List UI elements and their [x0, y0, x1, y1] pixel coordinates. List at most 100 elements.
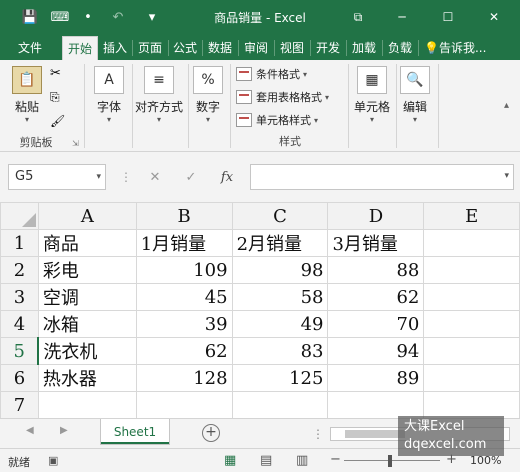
- ribbon-display-options-icon[interactable]: ⧉: [338, 0, 378, 34]
- paste-button[interactable]: 📋 粘贴 ▾: [10, 66, 44, 124]
- cell[interactable]: 45: [135, 283, 233, 311]
- page-layout-view-icon[interactable]: ▤: [260, 453, 272, 468]
- restore-icon[interactable]: ☐: [428, 0, 468, 34]
- conditional-format-button[interactable]: 条件格式 ▾: [236, 64, 307, 84]
- cell[interactable]: 58: [231, 283, 329, 311]
- tab-view[interactable]: 视图: [276, 36, 308, 60]
- cells-button[interactable]: ▦ 单元格 ▾: [352, 66, 392, 124]
- tab-data[interactable]: 数据: [204, 36, 236, 60]
- cell[interactable]: 彩电: [37, 256, 137, 284]
- column-header-d[interactable]: D: [327, 202, 425, 230]
- cell[interactable]: 1月销量: [135, 229, 233, 257]
- tab-review[interactable]: 审阅: [240, 36, 272, 60]
- cell[interactable]: [327, 391, 425, 418]
- customize-quick-access-icon[interactable]: ▾: [140, 0, 164, 34]
- cell[interactable]: [231, 391, 329, 418]
- cell[interactable]: 冰箱: [37, 310, 137, 338]
- touch-mode-icon[interactable]: ⌨: [48, 0, 72, 34]
- font-button[interactable]: A 字体 ▾: [92, 66, 126, 124]
- cell[interactable]: [37, 391, 137, 418]
- row-header[interactable]: 7: [0, 391, 39, 418]
- alignment-button[interactable]: ≡ 对齐方式 ▾: [134, 66, 184, 124]
- cell[interactable]: [423, 283, 520, 311]
- cell-styles-button[interactable]: 单元格样式 ▾: [236, 110, 318, 130]
- tab-formulas[interactable]: 公式: [170, 36, 200, 60]
- column-header-b[interactable]: B: [135, 202, 233, 230]
- undo-icon[interactable]: ↶: [106, 0, 130, 34]
- page-break-view-icon[interactable]: ▥: [296, 453, 308, 468]
- cell[interactable]: 热水器: [37, 364, 137, 392]
- cell[interactable]: 98: [231, 256, 329, 284]
- prev-sheet-icon[interactable]: ◀: [26, 425, 34, 436]
- cell[interactable]: 洗衣机: [37, 337, 137, 365]
- column-header-a[interactable]: A: [37, 202, 137, 230]
- row-header[interactable]: 3: [0, 283, 39, 311]
- copy-icon[interactable]: ⎘: [50, 90, 60, 105]
- tab-addins[interactable]: 加载: [348, 36, 380, 60]
- cell[interactable]: 70: [327, 310, 425, 338]
- sheet-tab-sheet1[interactable]: Sheet1: [100, 419, 170, 445]
- cell[interactable]: 94: [327, 337, 425, 365]
- cell[interactable]: [423, 310, 520, 338]
- tab-insert[interactable]: 插入: [100, 36, 130, 60]
- cell[interactable]: [423, 229, 520, 257]
- macro-record-icon[interactable]: ▣: [48, 454, 58, 467]
- cell[interactable]: [135, 391, 233, 418]
- number-button[interactable]: % 数字 ▾: [192, 66, 224, 124]
- cell[interactable]: 62: [327, 283, 425, 311]
- zoom-slider-thumb[interactable]: [388, 455, 392, 467]
- add-sheet-icon[interactable]: +: [202, 424, 220, 442]
- cell[interactable]: 128: [135, 364, 233, 392]
- save-icon[interactable]: 💾: [18, 0, 42, 34]
- column-header-c[interactable]: C: [231, 202, 329, 230]
- column-header-e[interactable]: E: [423, 202, 520, 230]
- select-all-corner[interactable]: [0, 202, 39, 230]
- name-box-dropdown-icon[interactable]: ▾: [96, 165, 101, 189]
- row-header[interactable]: 2: [0, 256, 39, 284]
- minimize-icon[interactable]: ─: [382, 0, 422, 34]
- next-sheet-icon[interactable]: ▶: [60, 425, 68, 436]
- row-header-selected[interactable]: 5: [0, 337, 40, 365]
- cell[interactable]: [423, 337, 520, 365]
- cell[interactable]: [423, 391, 520, 418]
- collapse-ribbon-icon[interactable]: ▴: [504, 100, 509, 111]
- formula-input[interactable]: ▾: [250, 164, 514, 190]
- tab-tell-me[interactable]: 💡告诉我...: [424, 36, 494, 60]
- tab-load[interactable]: 负载: [384, 36, 416, 60]
- row-header[interactable]: 6: [0, 364, 39, 392]
- cell[interactable]: 109: [135, 256, 233, 284]
- cell[interactable]: 83: [231, 337, 329, 365]
- worksheet-grid[interactable]: A B C D E 1 商品 1月销量 2月销量 3月销量 2 彩电 109 9…: [0, 202, 520, 418]
- name-box[interactable]: G5 ▾: [8, 164, 106, 190]
- cell[interactable]: 88: [327, 256, 425, 284]
- cell[interactable]: 125: [231, 364, 329, 392]
- editing-button[interactable]: 🔍 编辑 ▾: [398, 66, 432, 124]
- expand-formula-bar-icon[interactable]: ▾: [504, 171, 509, 181]
- cell[interactable]: 62: [135, 337, 233, 365]
- row-header[interactable]: 4: [0, 310, 39, 338]
- cell[interactable]: 空调: [37, 283, 137, 311]
- cancel-icon[interactable]: ✕: [142, 164, 168, 190]
- cell[interactable]: 39: [135, 310, 233, 338]
- format-painter-icon[interactable]: 🖌: [50, 114, 65, 128]
- scrollbar-thumb[interactable]: [345, 430, 405, 438]
- tab-file[interactable]: 文件: [8, 36, 52, 60]
- cell[interactable]: 49: [231, 310, 329, 338]
- row-header[interactable]: 1: [0, 229, 39, 257]
- tab-developer[interactable]: 开发: [312, 36, 344, 60]
- zoom-out-button[interactable]: −: [330, 452, 341, 467]
- tab-home[interactable]: 开始: [62, 36, 98, 60]
- close-icon[interactable]: ✕: [474, 0, 514, 34]
- cell[interactable]: 89: [327, 364, 425, 392]
- cell[interactable]: 2月销量: [231, 229, 329, 257]
- zoom-slider-track[interactable]: [344, 460, 440, 461]
- cell[interactable]: 商品: [37, 229, 137, 257]
- cell[interactable]: [423, 364, 520, 392]
- enter-icon[interactable]: ✓: [178, 164, 204, 190]
- dialog-launcher-icon[interactable]: ⇲: [72, 139, 79, 148]
- cut-icon[interactable]: ✂: [50, 66, 61, 81]
- format-as-table-button[interactable]: 套用表格格式 ▾: [236, 87, 329, 107]
- insert-function-icon[interactable]: fx: [214, 164, 240, 190]
- cell[interactable]: [423, 256, 520, 284]
- cell[interactable]: 3月销量: [327, 229, 425, 257]
